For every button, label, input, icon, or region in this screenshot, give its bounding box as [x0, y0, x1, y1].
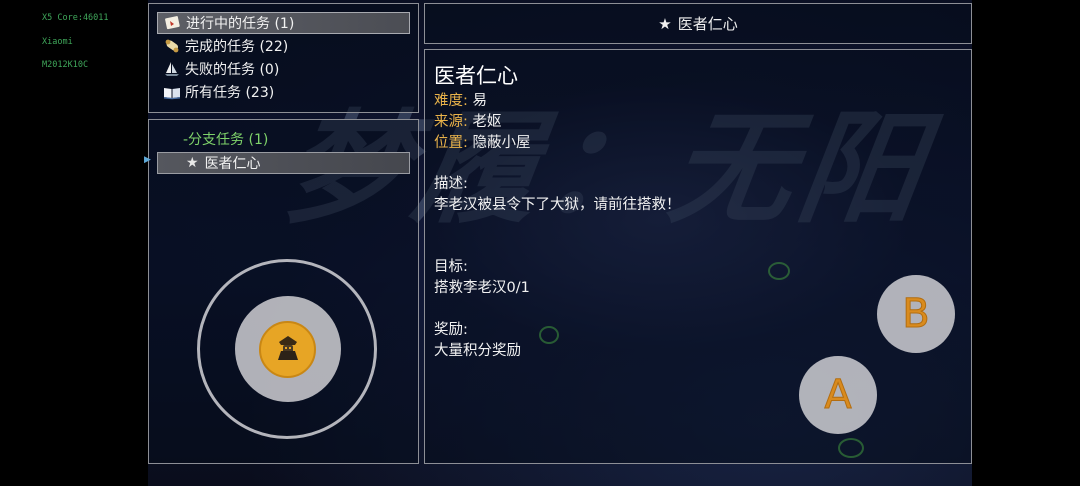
difficulty-row: 难度: 易 [434, 89, 487, 110]
joystick-knob[interactable] [259, 321, 316, 378]
location-value: 隐蔽小屋 [472, 135, 531, 151]
header-title: 医者仁心 [677, 15, 738, 33]
location-row: 位置: 隐蔽小屋 [434, 131, 531, 152]
sail-ship-icon [162, 60, 182, 78]
difficulty-label: 难度: [434, 93, 468, 109]
star-icon: ★ [658, 14, 672, 33]
a-button[interactable]: A [799, 356, 877, 434]
quest-category-panel: 进行中的任务 (1) 完成的任务 (22) 失败的任务 (0) 所有任务 (23… [148, 3, 419, 113]
open-book-icon [162, 83, 182, 101]
category-label: 完成的任务 (22) [185, 39, 289, 55]
goal-text: 搭救李老汉0/1 [434, 280, 530, 296]
swirl-decoration [768, 262, 790, 280]
source-value: 老妪 [472, 114, 502, 130]
quest-item-label: 医者仁心 [204, 156, 261, 172]
quest-item[interactable]: ★ 医者仁心 [157, 152, 410, 174]
goal-label: 目标: [434, 259, 468, 275]
reward-label: 奖励: [434, 322, 468, 338]
difficulty-value: 易 [472, 93, 488, 109]
device-info-core: X5 Core:46011 [42, 13, 109, 23]
description-label: 描述: [434, 176, 468, 192]
b-button[interactable]: B [877, 275, 955, 353]
selection-cursor-icon: ▶ [144, 155, 151, 165]
game-screen: 梦履：无阳 X5 Core:46011 Xiaomi M2012K10C 进行中… [0, 0, 1080, 486]
category-failed[interactable]: 失败的任务 (0) [157, 58, 410, 80]
location-label: 位置: [434, 135, 468, 151]
source-row: 来源: 老妪 [434, 110, 502, 131]
category-label: 所有任务 (23) [185, 85, 275, 101]
b-button-label: B [902, 291, 930, 338]
category-label: 失败的任务 (0) [185, 62, 280, 78]
source-label: 来源: [434, 114, 468, 130]
quest-group-branch[interactable]: -分支任务 (1) [183, 129, 268, 149]
quest-detail-panel: 医者仁心 难度: 易 来源: 老妪 位置: 隐蔽小屋 描述: 李老汉被县令下了大… [424, 49, 972, 464]
quest-header-bar: ★ 医者仁心 [424, 3, 972, 44]
reward-text: 大量积分奖励 [434, 343, 521, 359]
swirl-decoration [838, 438, 864, 458]
rolled-scroll-icon [162, 37, 182, 55]
scroll-card-icon [163, 14, 183, 32]
swirl-decoration [539, 326, 559, 344]
star-icon: ★ [186, 155, 199, 171]
a-button-label: A [824, 372, 852, 419]
category-all[interactable]: 所有任务 (23) [157, 81, 410, 103]
category-completed[interactable]: 完成的任务 (22) [157, 35, 410, 57]
description-text: 李老汉被县令下了大狱，请前往搭救！ [434, 197, 681, 213]
quest-title: 医者仁心 [434, 64, 518, 88]
device-info-model: M2012K10C [42, 60, 89, 70]
device-info-brand: Xiaomi [42, 37, 73, 47]
category-in-progress[interactable]: 进行中的任务 (1) [157, 12, 410, 34]
character-portrait-icon [273, 333, 303, 367]
category-label: 进行中的任务 (1) [186, 16, 295, 32]
